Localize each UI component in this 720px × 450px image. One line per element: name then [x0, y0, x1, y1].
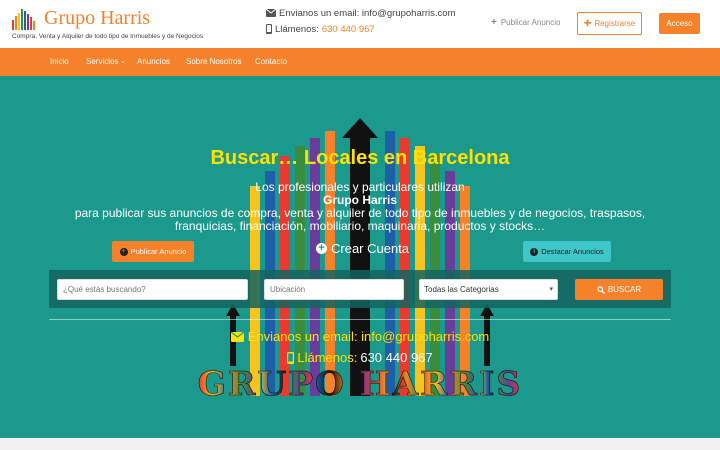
brand-letter: [346, 364, 360, 403]
site-header: Grupo Harris Compra, Venta y Alquiler de…: [0, 0, 720, 48]
category-selected: Todas las Categorias: [424, 285, 499, 294]
hero-publish-button[interactable]: + Publicar Anuncio: [112, 241, 194, 262]
search-button-label: BUSCAR: [607, 285, 642, 294]
plus-circle-icon: +: [316, 243, 327, 254]
brand-letter: U: [257, 364, 289, 404]
plus-square-icon: ✚: [583, 18, 592, 28]
hero-description: Los profesionales y particulares utiliza…: [0, 181, 720, 233]
nav-item-anuncios[interactable]: Anuncios: [137, 48, 170, 76]
main-nav: Inicio Servicios ⌄ Anuncios Sobre Nosotr…: [0, 48, 720, 76]
brand-letter: O: [315, 364, 346, 404]
search-input[interactable]: [57, 279, 248, 300]
page-bottom-strip: [0, 438, 720, 450]
brand-letter: R: [420, 364, 450, 404]
hero-section: Buscar… Locales en Barcelona Los profesi…: [0, 76, 720, 438]
info-circle-icon: i: [530, 247, 539, 256]
feature-ads-button[interactable]: i Destacar Anuncios: [523, 241, 611, 262]
login-button[interactable]: Acceso: [659, 13, 700, 34]
publish-ad-link[interactable]: + Publicar Anuncio: [491, 17, 560, 28]
brand-letter: A: [392, 364, 421, 404]
search-bar: Todas las Categorias ▾ BUSCAR: [49, 270, 671, 308]
phone-icon: [287, 351, 295, 364]
create-account-label: Crear Cuenta: [331, 241, 410, 256]
nav-item-contacto[interactable]: Contacto: [255, 48, 287, 76]
brand-letter: I: [478, 364, 497, 404]
header-email[interactable]: Envianos un email: info@grupoharris.com: [279, 8, 456, 19]
brand-letter: G: [197, 364, 228, 404]
brand-letter: H: [359, 364, 393, 404]
big-brand-logo: GRUPO HARRIS: [0, 364, 720, 404]
brand-letter: R: [449, 364, 479, 404]
brand-letter: R: [227, 364, 258, 404]
hero-phone-line[interactable]: Llámenos: 630 440 967: [0, 350, 720, 365]
phone-icon: [266, 24, 272, 34]
brand-tagline: Compra, Venta y Alquiler de todo tipo de…: [12, 33, 204, 40]
publish-ad-label: Publicar Anuncio: [500, 18, 561, 27]
nav-item-sobre-nosotros[interactable]: Sobre Nosotros: [186, 48, 242, 76]
plus-icon: +: [491, 17, 497, 28]
brand-letter: P: [288, 364, 316, 404]
envelope-icon: [230, 331, 244, 342]
register-label: Registrarse: [594, 19, 636, 28]
envelope-icon: [266, 9, 276, 17]
plus-circle-icon: +: [119, 247, 128, 256]
header-contact: Envianos un email: info@grupoharris.com …: [266, 6, 456, 36]
chevron-down-icon: ⌄: [120, 58, 126, 65]
divider: [49, 319, 671, 320]
hero-title: Buscar… Locales en Barcelona: [210, 147, 510, 169]
chevron-down-icon: ▾: [549, 286, 553, 293]
hero-publish-label: Publicar Anuncio: [130, 247, 187, 256]
search-button[interactable]: BUSCAR: [575, 279, 663, 300]
search-icon: [597, 285, 605, 294]
logo-icon[interactable]: [10, 6, 38, 32]
hero-email-text: Envianos un email: info@grupoharris.com: [247, 329, 490, 344]
feature-ads-label: Destacar Anuncios: [541, 247, 604, 256]
nav-item-servicios[interactable]: Servicios: [86, 48, 118, 76]
nav-item-inicio[interactable]: Inicio: [50, 48, 69, 76]
location-input[interactable]: [264, 279, 404, 300]
hero-email-line[interactable]: Envianos un email: info@grupoharris.com: [0, 329, 720, 344]
header-phone-label: Llámenos:: [275, 23, 319, 35]
hero-line-4: franquicias, financiación, mobiliario, m…: [174, 219, 546, 233]
brand-letter: S: [496, 364, 523, 404]
category-select[interactable]: Todas las Categorias ▾: [419, 279, 558, 300]
create-account-link[interactable]: + Crear Cuenta: [316, 241, 409, 256]
header-phone-number[interactable]: 630 440 967: [322, 24, 375, 35]
brand-name[interactable]: Grupo Harris: [44, 7, 150, 30]
hero-phone-number: 630 440 967: [360, 350, 433, 365]
register-button[interactable]: ✚ Registrarse: [577, 12, 642, 35]
hero-phone-label: Llámenos:: [297, 350, 358, 365]
